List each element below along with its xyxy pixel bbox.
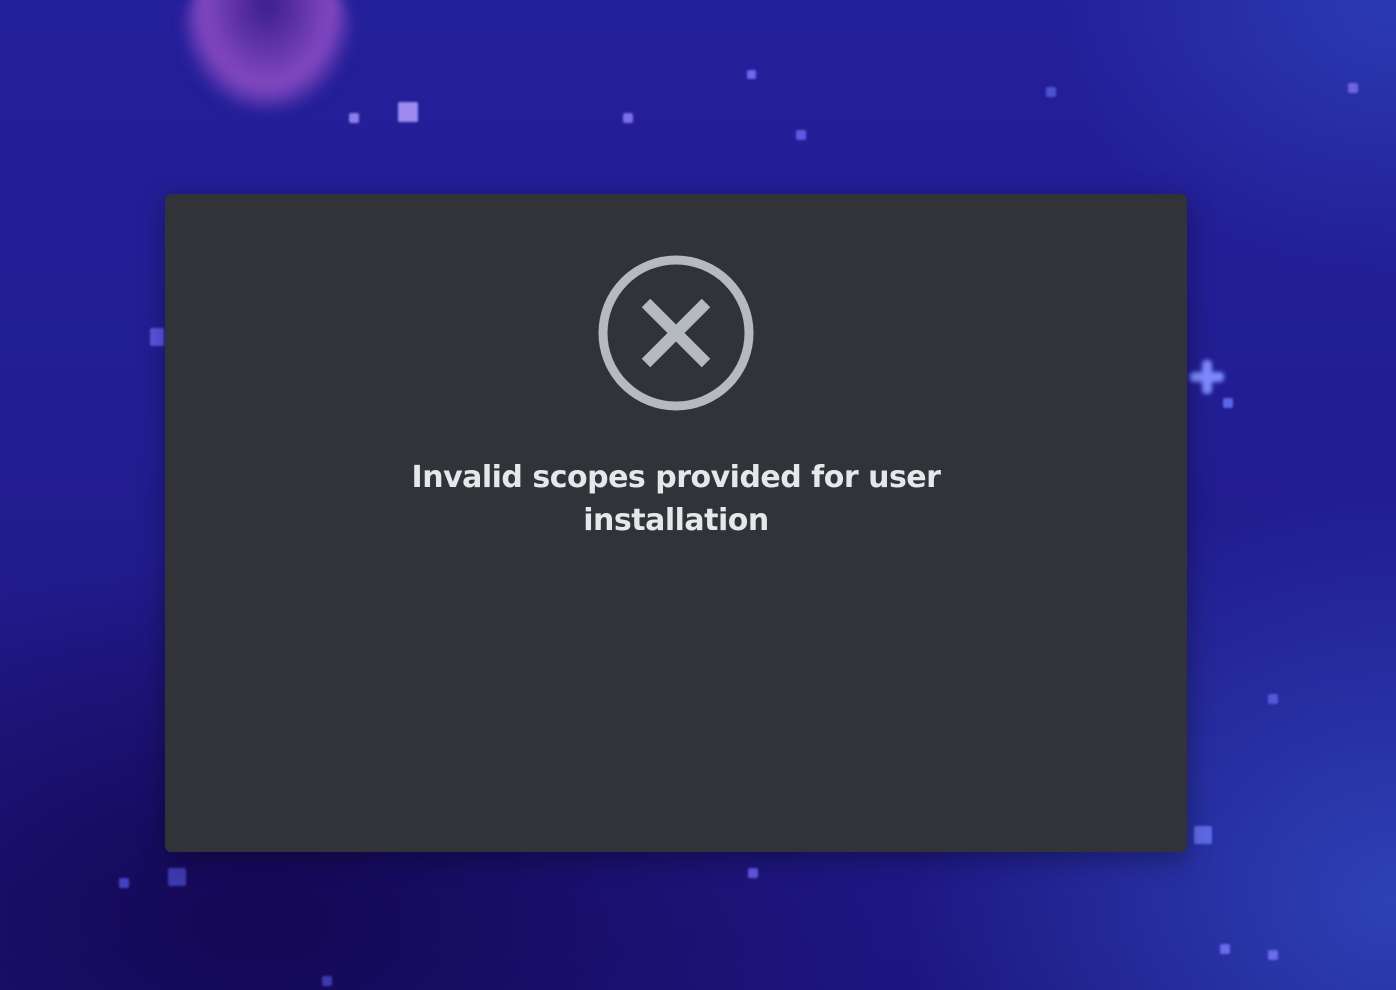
background-star <box>1268 694 1278 704</box>
background-star <box>1223 398 1233 408</box>
background-star <box>349 113 359 123</box>
background-star <box>1348 83 1358 93</box>
error-message: Invalid scopes provided for user install… <box>411 460 941 538</box>
error-modal: Invalid scopes provided for user install… <box>165 194 1187 852</box>
sparkle-icon <box>1190 360 1224 394</box>
background-star <box>150 328 164 346</box>
background-star <box>1194 826 1212 844</box>
background-star <box>1046 87 1056 97</box>
background-star <box>748 868 758 878</box>
background-star <box>796 130 806 140</box>
decorative-orb <box>182 0 352 110</box>
error-x-circle-icon <box>598 255 754 411</box>
background-star <box>1268 950 1278 960</box>
background-star <box>747 70 756 79</box>
background-star <box>1220 944 1230 954</box>
background-star <box>119 878 129 888</box>
background-star <box>623 113 633 123</box>
background-star <box>398 102 418 122</box>
background-star <box>322 976 332 986</box>
background-star <box>168 868 186 886</box>
